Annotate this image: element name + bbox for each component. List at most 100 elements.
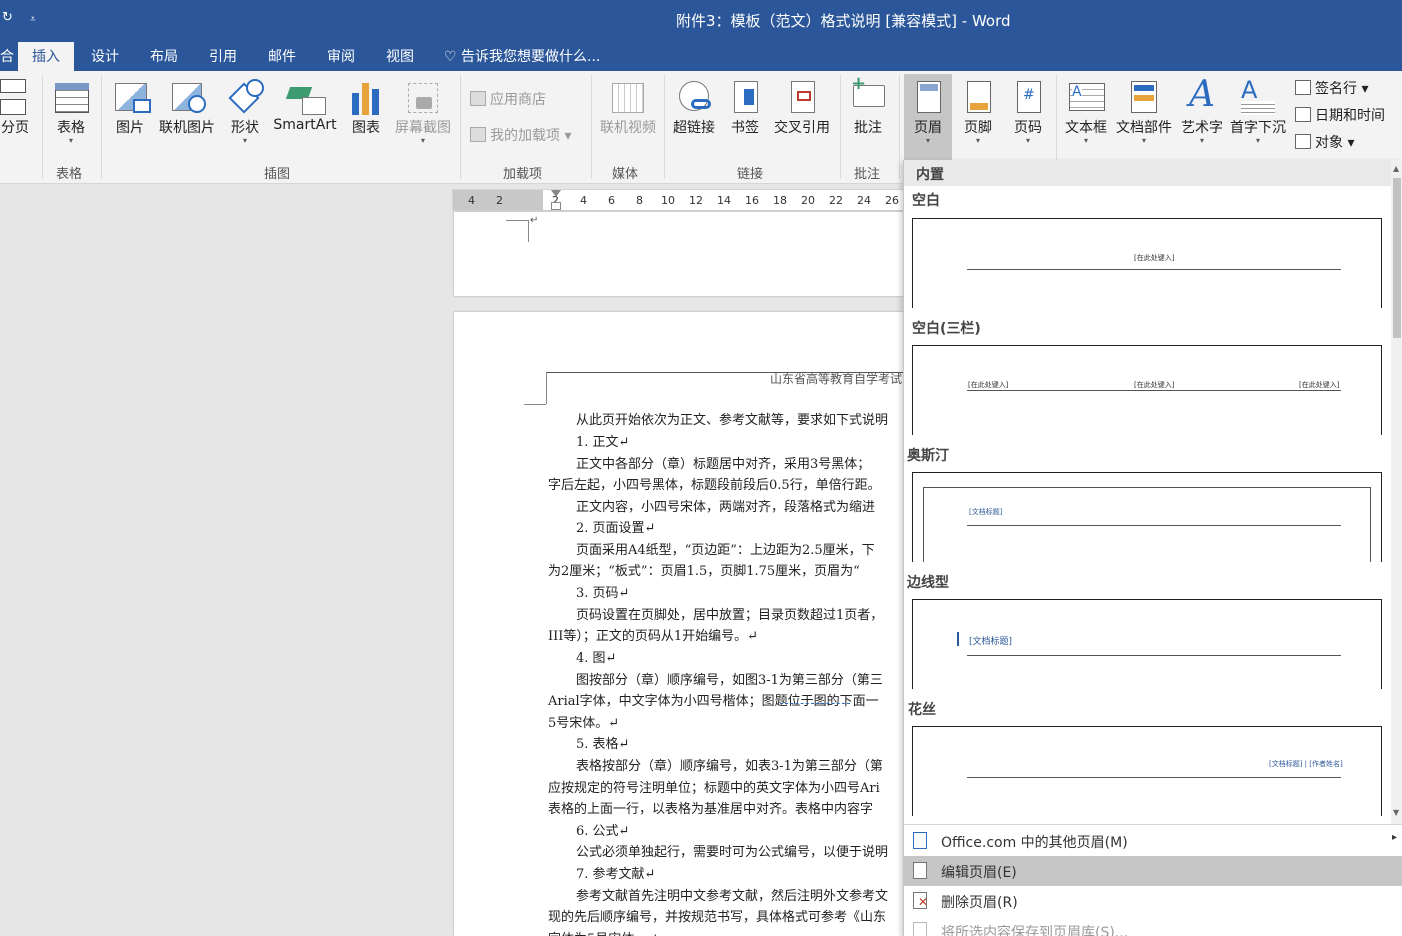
document-line: 5号宋体。↵	[548, 716, 620, 731]
tab-design[interactable]: 设计	[91, 46, 119, 66]
page-break-icon	[0, 75, 34, 115]
remove-header-menu-item[interactable]: ✕ 删除页眉(R)	[904, 886, 1402, 916]
signature-icon	[1295, 80, 1311, 95]
text-box-label: 文本框	[1065, 120, 1107, 136]
group-tables: 表格	[56, 167, 83, 182]
online-picture-icon	[170, 75, 206, 115]
document-line: 2. 页面设置↵	[576, 521, 656, 536]
footer-icon	[961, 75, 995, 115]
gallery-item-blank-three-column[interactable]: [在此处键入] [在此处键入] [在此处键入]	[912, 345, 1382, 435]
placeholder-text: [在此处键入]	[1134, 381, 1175, 389]
horizontal-ruler[interactable]: 4 2 2 4 6 8 10 12 14 16 18 20 22 24 26	[452, 189, 907, 211]
gallery-item-filigree[interactable]: [文档标题] | [作者姓名]	[912, 726, 1382, 816]
ruler-tick: 2	[496, 194, 503, 207]
online-picture-button[interactable]: 联机图片	[156, 75, 218, 137]
tell-me-text: 告诉我您想要做什么...	[461, 49, 601, 65]
app-store-button[interactable]: 应用商店	[470, 89, 546, 109]
smartart-button[interactable]: SmartArt	[270, 75, 340, 133]
my-addins-button[interactable]: 我的加载项 ▾	[470, 125, 571, 145]
scrollbar-thumb[interactable]	[1393, 178, 1401, 338]
wordart-label: 艺术字	[1181, 120, 1223, 136]
more-headers-menu-item[interactable]: Office.com 中的其他页眉(M) ▸	[904, 826, 1402, 856]
chart-button[interactable]: 图表	[348, 75, 384, 137]
object-label: 对象	[1315, 135, 1343, 151]
placeholder-text: [文档标题] | [作者姓名]	[1269, 760, 1343, 768]
redo-icon[interactable]: ↻	[2, 10, 13, 25]
placeholder-text: [文档标题]	[969, 637, 1013, 647]
ruler-tick: 22	[829, 194, 843, 207]
drop-cap-label: 首字下沉	[1230, 120, 1286, 136]
document-line: III等）；正文的页码从1开始编号。↵	[548, 629, 759, 644]
document-line: 现的先后顺序编号，并按规范书写，具体格式可参考《山东	[548, 910, 887, 925]
object-button[interactable]: 对象 ▾	[1295, 132, 1354, 152]
chart-label: 图表	[352, 120, 380, 136]
screenshot-button[interactable]: 屏幕截图 ▾	[391, 75, 455, 145]
placeholder-text: [在此处键入]	[968, 381, 1009, 389]
online-video-button[interactable]: 联机视频	[597, 75, 659, 137]
ruler-tick: 6	[608, 194, 615, 207]
wordart-button[interactable]: A 艺术字 ▾	[1178, 75, 1226, 145]
header-button[interactable]: 页眉 ▾	[908, 75, 948, 145]
hyperlink-icon	[677, 75, 711, 115]
comment-button[interactable]: + 批注	[848, 75, 888, 137]
table-button[interactable]: 表格 ▾	[52, 75, 90, 145]
ruler-tick: 20	[801, 194, 815, 207]
signature-line-button[interactable]: 签名行 ▾	[1295, 78, 1368, 98]
edit-header-menu-item[interactable]: 编辑页眉(E)	[904, 856, 1402, 886]
footer-button[interactable]: 页脚 ▾	[958, 75, 998, 145]
gallery-section-header: 内置	[904, 160, 1391, 186]
page-number-button[interactable]: # 页码 ▾	[1008, 75, 1048, 145]
tab-mailings[interactable]: 邮件	[268, 46, 296, 66]
cross-reference-label: 交叉引用	[774, 120, 830, 136]
shapes-button[interactable]: 形状 ▾	[226, 75, 264, 145]
bookmark-button[interactable]: 书签	[728, 75, 762, 137]
ruler-tick: 26	[885, 194, 899, 207]
tab-insert[interactable]: 插入	[18, 42, 74, 71]
page-break-button[interactable]: 分页	[0, 75, 30, 137]
document-line: 表格按部分（章）顺序编号，如表3-1为第三部分（第	[576, 759, 883, 774]
office-com-icon	[913, 832, 927, 849]
tab-layout[interactable]: 布局	[150, 46, 178, 66]
text-box-button[interactable]: A 文本框 ▾	[1062, 75, 1110, 145]
group-links: 链接	[737, 167, 764, 182]
drop-cap-button[interactable]: A 首字下沉 ▾	[1228, 75, 1288, 145]
save-to-gallery-menu-item[interactable]: 将所选内容保存到页眉库(S)...	[904, 916, 1402, 936]
page-break-label: 分页	[1, 120, 29, 136]
customize-quick-access-icon[interactable]: ⩡	[30, 14, 36, 25]
comment-icon: +	[851, 75, 885, 115]
ruler-tick: 8	[636, 194, 643, 207]
cross-reference-icon	[785, 75, 819, 115]
bookmark-label: 书签	[731, 120, 759, 136]
submenu-arrow-icon: ▸	[1392, 832, 1398, 843]
tab-view[interactable]: 视图	[386, 46, 414, 66]
placeholder-text: [在此处键入]	[1134, 254, 1175, 262]
gallery-item-name: 空白(三栏)	[912, 321, 981, 337]
quick-parts-icon	[1127, 75, 1161, 115]
gallery-item-blank[interactable]: [在此处键入]	[912, 218, 1382, 308]
gallery-item-sideline[interactable]: [文档标题]	[912, 599, 1382, 689]
document-line: 1. 正文↵	[576, 435, 630, 450]
tab-review[interactable]: 审阅	[327, 46, 355, 66]
quick-parts-button[interactable]: 文档部件 ▾	[1114, 75, 1174, 145]
indent-marker[interactable]	[551, 190, 561, 212]
tell-me-search[interactable]: ♡ 告诉我您想要做什么...	[444, 46, 600, 66]
gallery-item-austin[interactable]: [文档标题]	[912, 472, 1382, 562]
tab-references[interactable]: 引用	[209, 46, 237, 66]
document-line: 表格的上面一行，以表格为基准居中对齐。表格中内容字	[548, 802, 874, 817]
shapes-label: 形状	[231, 120, 259, 136]
cross-reference-button[interactable]: 交叉引用	[770, 75, 834, 137]
hyperlink-button[interactable]: 超链接	[670, 75, 718, 137]
addins-icon	[470, 127, 486, 142]
remove-header-icon: ✕	[913, 892, 928, 909]
document-line: 为2厘米；“板式”：页眉1.5，页脚1.75厘米，页眉为“	[548, 564, 860, 579]
date-time-button[interactable]: 日期和时间	[1295, 105, 1385, 125]
tab-home-partial[interactable]: 合	[0, 46, 14, 66]
document-line: 正文内容，小四号宋体，两端对齐，段落格式为缩进	[576, 500, 876, 515]
picture-button[interactable]: 图片	[110, 75, 151, 137]
gallery-scrollbar[interactable]: ▲ ▼	[1391, 160, 1402, 824]
document-line: 正文中各部分（章）标题居中对齐，采用3号黑体；	[576, 457, 871, 472]
document-line: 页码设置在页脚处，居中放置；目录页数超过1页者，	[576, 608, 884, 623]
menu-item-label: 删除页眉(R)	[941, 895, 1018, 911]
gallery-item-name: 空白	[912, 193, 940, 209]
ruler-tick: 24	[857, 194, 871, 207]
